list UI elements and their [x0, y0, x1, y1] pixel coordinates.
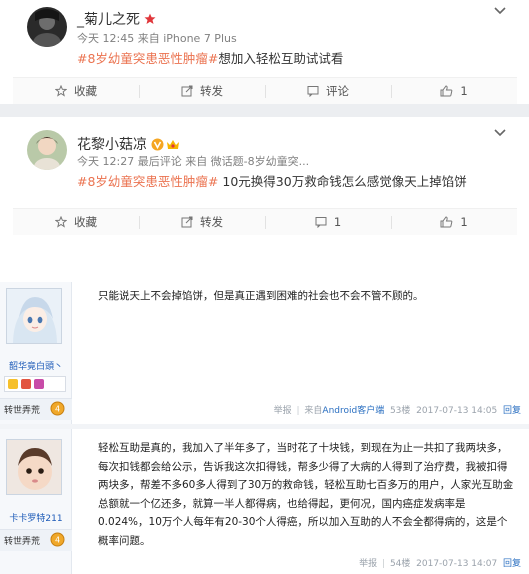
repost-label: 转发	[200, 84, 223, 98]
favorite-button[interactable]: 收藏	[13, 209, 139, 235]
comment-count: 1	[333, 215, 342, 229]
avatar[interactable]	[27, 7, 67, 47]
username[interactable]: 花黎小菇凉	[77, 134, 180, 155]
comment-button[interactable]: 评论	[265, 78, 391, 104]
avatar[interactable]	[6, 439, 62, 495]
action-bar: 收藏 转发 1 1	[13, 208, 517, 235]
post-body: _菊儿之死 今天 12:45 来自 iPhone 7 Plus #8岁幼童突患恶…	[13, 0, 517, 77]
post-content: #8岁幼童突患恶性肿瘤# 10元换得30万救命钱怎么感觉像天上掉馅饼	[77, 171, 467, 190]
forum-username[interactable]: 卡卡罗特211	[0, 511, 72, 524]
like-count: 1	[460, 215, 468, 229]
favorite-label: 收藏	[74, 84, 97, 98]
repost-button[interactable]: 转发	[139, 78, 265, 104]
post-content: #8岁幼童突患恶性肿瘤#想加入轻松互助试试看	[77, 48, 343, 67]
star-outline-icon	[55, 216, 67, 228]
favorite-button[interactable]: 收藏	[13, 78, 139, 104]
reply-time: 2017-07-13 14:05	[416, 406, 498, 416]
reply-button[interactable]: 回复	[503, 406, 521, 416]
level-badge-icon: 4	[50, 401, 65, 419]
report-link[interactable]: 举报	[359, 559, 377, 569]
avatar[interactable]	[6, 288, 62, 344]
user-level: 转世弄荒 4	[0, 529, 72, 551]
comment-icon	[315, 217, 327, 228]
reply-content: 轻松互助是真的，我加入了半年多了，当时花了十块钱，到现在为止一共扣了我两块多，每…	[98, 442, 514, 547]
repost-icon	[181, 216, 193, 228]
thumbs-up-icon	[440, 85, 453, 97]
reply-author-panel: 卡卡罗特211 转世弄荒 4	[0, 429, 72, 574]
star-outline-icon	[55, 85, 67, 97]
chevron-down-icon[interactable]	[493, 6, 507, 16]
avatar[interactable]	[27, 130, 67, 170]
chevron-down-icon[interactable]	[493, 128, 507, 138]
repost-button[interactable]: 转发	[139, 209, 265, 235]
post-body: 花黎小菇凉 今天 12:27 最后评论 来自 微话题-8岁幼童突... #8岁幼…	[13, 117, 517, 207]
comment-icon	[307, 86, 319, 97]
repost-icon	[181, 85, 193, 97]
source-app-link[interactable]: Android客户端	[322, 406, 384, 416]
level-badge-icon: 4	[50, 532, 65, 550]
post-meta: 今天 12:27 最后评论 来自 微话题-8岁幼童突...	[77, 155, 310, 168]
report-link[interactable]: 举报	[274, 406, 292, 416]
post-text: 想加入轻松互助试试看	[218, 51, 344, 66]
comment-label: 评论	[326, 84, 349, 98]
post-text: 10元换得30万救命钱怎么感觉像天上掉馅饼	[218, 174, 467, 189]
repost-label: 转发	[200, 215, 223, 229]
reply-footer: 举报 | 来自Android客户端 53楼 2017-07-13 14:05 回…	[273, 406, 521, 416]
star-badge-icon	[144, 13, 156, 29]
medal-row	[4, 376, 66, 392]
floor-number: 53楼	[389, 406, 411, 416]
username-text[interactable]: _菊儿之死	[77, 12, 140, 28]
svg-text:4: 4	[55, 404, 60, 413]
level-label: 转世弄荒	[4, 406, 41, 416]
post-meta: 今天 12:45 来自 iPhone 7 Plus	[77, 32, 237, 45]
medal-icon	[21, 379, 31, 389]
reply-time: 2017-07-13 14:07	[416, 559, 498, 569]
username[interactable]: _菊儿之死	[77, 9, 156, 29]
like-count: 1	[460, 84, 468, 98]
username-text[interactable]: 花黎小菇凉	[77, 137, 147, 153]
forum-username[interactable]: 韶华竟白頭丶	[0, 359, 72, 372]
action-bar: 收藏 转发 评论 1	[13, 77, 517, 104]
forum-reply: 卡卡罗特211 转世弄荒 4 轻松互助是真的，我加入了半年多了，当时花了十块钱，…	[0, 429, 529, 574]
reply-footer: 举报 | 54楼 2017-07-13 14:07 回复	[359, 559, 521, 569]
medal-icon	[8, 379, 18, 389]
like-button[interactable]: 1	[391, 209, 517, 235]
favorite-label: 收藏	[74, 215, 97, 229]
user-level: 转世弄荒 4	[0, 398, 72, 420]
svg-text:4: 4	[55, 535, 60, 544]
reply-author-panel: 韶华竟白頭丶 转世弄荒 4	[0, 282, 72, 424]
weibo-post: _菊儿之死 今天 12:45 来自 iPhone 7 Plus #8岁幼童突患恶…	[13, 0, 517, 104]
weibo-post: 花黎小菇凉 今天 12:27 最后评论 来自 微话题-8岁幼童突... #8岁幼…	[13, 117, 517, 235]
blank-gap	[0, 235, 529, 282]
thumbs-up-icon	[440, 216, 453, 228]
comment-button[interactable]: 1	[265, 209, 391, 235]
medal-icon	[34, 379, 44, 389]
floor-number: 54楼	[389, 559, 411, 569]
section-divider	[0, 104, 529, 117]
topic-link[interactable]: #8岁幼童突患恶性肿瘤#	[77, 174, 218, 189]
level-label: 转世弄荒	[4, 537, 41, 547]
reply-button[interactable]: 回复	[503, 559, 521, 569]
like-button[interactable]: 1	[391, 78, 517, 104]
reply-content: 只能说天上不会掉馅饼，但是真正遇到困难的社会也不会不管不顾的。	[98, 290, 424, 302]
topic-link[interactable]: #8岁幼童突患恶性肿瘤#	[77, 51, 218, 66]
source-prefix: 来自	[304, 406, 323, 416]
forum-reply: 韶华竟白頭丶 转世弄荒 4 只能说天上不会掉馅饼，但是真正遇到困难的社会也不会不…	[0, 282, 529, 424]
